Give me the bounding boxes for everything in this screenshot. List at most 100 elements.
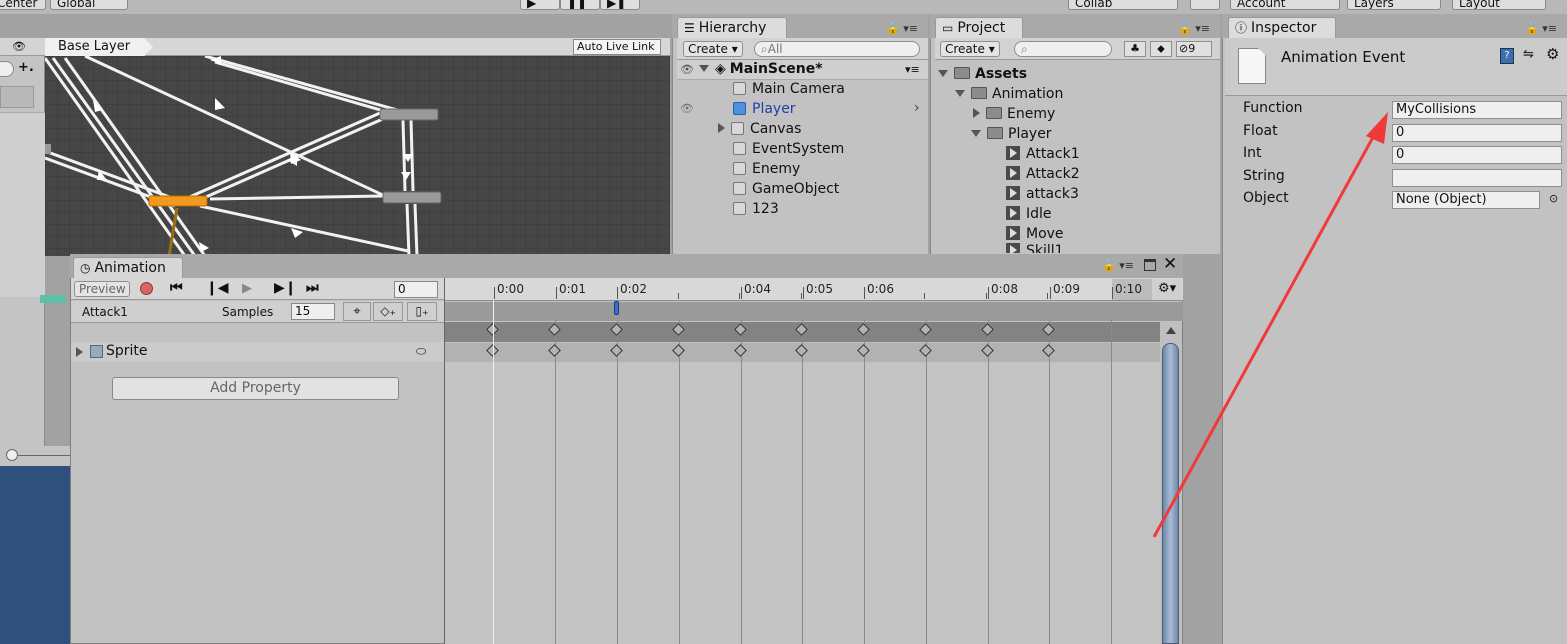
last-key-button[interactable]: ⏭ bbox=[306, 280, 330, 296]
project-item-player[interactable]: Player bbox=[971, 124, 1052, 144]
hierarchy-item[interactable]: EventSystem bbox=[733, 139, 844, 159]
hierarchy-search-input[interactable]: ⌕All bbox=[754, 41, 920, 57]
first-key-button[interactable]: ⏮ bbox=[170, 280, 194, 296]
add-keyframe-icon[interactable]: ◇₊ bbox=[373, 302, 403, 321]
layout-button[interactable]: Layout bbox=[1452, 0, 1546, 10]
frame-input[interactable]: 0 bbox=[394, 281, 438, 298]
sidebar-list bbox=[0, 112, 45, 297]
project-item-assets[interactable]: Assets bbox=[938, 64, 1027, 84]
clip-selector[interactable]: Attack1 bbox=[82, 305, 128, 319]
hierarchy-item[interactable]: Enemy bbox=[733, 159, 800, 179]
account-button[interactable]: Account bbox=[1230, 0, 1340, 10]
cloud-button[interactable] bbox=[1190, 0, 1220, 10]
expand-arrow-icon[interactable] bbox=[718, 123, 725, 133]
scene-menu-icon[interactable]: ▾≡ bbox=[905, 63, 920, 76]
eye-hidden-icon[interactable]: 👁 bbox=[680, 102, 694, 115]
add-event-icon[interactable]: ▯₊ bbox=[407, 302, 437, 321]
crosshair-icon[interactable]: ⌖ bbox=[343, 302, 371, 321]
play-clip-button[interactable]: ▶ bbox=[242, 281, 260, 296]
hierarchy-item-selected[interactable]: Player bbox=[733, 99, 796, 119]
transition-arrow bbox=[93, 100, 103, 112]
expand-arrow-icon[interactable] bbox=[699, 65, 709, 72]
animation-lock-menu-icon[interactable]: 🔒 ▾≡ bbox=[1102, 259, 1134, 272]
visibility-icon[interactable]: 👁 bbox=[680, 63, 694, 76]
project-clip[interactable]: Attack2 bbox=[1006, 164, 1080, 184]
project-search-input[interactable]: ⌕ bbox=[1014, 41, 1112, 57]
expand-arrow-icon[interactable] bbox=[973, 108, 980, 118]
animation-clip-icon bbox=[1006, 206, 1020, 220]
tab-hierarchy[interactable]: ☰ Hierarchy bbox=[677, 17, 787, 39]
project-clip[interactable]: Skill1 bbox=[1006, 241, 1064, 253]
play-button[interactable]: ▶ bbox=[520, 0, 560, 10]
tab-animation[interactable]: ◷ Animation bbox=[73, 257, 183, 279]
hierarchy-lock-menu-icon[interactable]: 🔒 ▾≡ bbox=[886, 22, 918, 35]
int-field[interactable]: 0 bbox=[1392, 146, 1562, 164]
expand-arrow-icon[interactable] bbox=[76, 347, 83, 357]
timeline-label: 0:00 bbox=[497, 282, 524, 296]
scene-name-row[interactable]: ◈ MainScene* bbox=[699, 59, 823, 79]
tab-project[interactable]: ▭ Project bbox=[935, 17, 1023, 39]
add-parameter-icon[interactable]: +. bbox=[18, 60, 34, 75]
pause-button[interactable]: ❚❚ bbox=[560, 0, 600, 10]
hierarchy-item[interactable]: Main Camera bbox=[733, 79, 845, 99]
gear-icon[interactable]: ⚙ bbox=[1546, 45, 1559, 63]
filter-label-icon[interactable]: ⬥ bbox=[1150, 41, 1172, 57]
transition-line bbox=[413, 203, 419, 256]
chevron-right-icon[interactable]: › bbox=[914, 100, 920, 116]
project-item-animation[interactable]: Animation bbox=[955, 84, 1063, 104]
hierarchy-create-button[interactable]: Create ▾ bbox=[683, 41, 743, 57]
float-field[interactable]: 0 bbox=[1392, 124, 1562, 142]
tab-project-label: Project bbox=[957, 20, 1006, 36]
object-field[interactable]: None (Object) bbox=[1392, 191, 1540, 209]
project-clip[interactable]: attack3 bbox=[1006, 184, 1079, 204]
animation-event-marker[interactable] bbox=[614, 301, 619, 315]
inspector-lock-menu-icon[interactable]: 🔒 ▾≡ bbox=[1525, 22, 1557, 35]
help-book-icon[interactable]: ? bbox=[1500, 48, 1514, 64]
events-track[interactable] bbox=[445, 302, 1183, 321]
auto-live-link-toggle[interactable]: Auto Live Link bbox=[573, 39, 661, 55]
unity-logo-icon: ◈ bbox=[715, 61, 726, 77]
project-create-button[interactable]: Create ▾ bbox=[940, 41, 1000, 57]
expand-arrow-icon[interactable] bbox=[971, 130, 981, 137]
pivot-center-button[interactable]: Center bbox=[0, 0, 46, 10]
filter-type-icon[interactable]: ♣ bbox=[1124, 41, 1146, 57]
global-local-button[interactable]: Global bbox=[50, 0, 128, 10]
hierarchy-item[interactable]: 123 bbox=[733, 199, 779, 219]
project-item-enemy[interactable]: Enemy bbox=[973, 104, 1055, 124]
transition-line bbox=[204, 56, 409, 115]
prev-key-button[interactable]: ❙◀ bbox=[206, 280, 229, 296]
project-lock-menu-icon[interactable]: 🔒 ▾≡ bbox=[1178, 22, 1210, 35]
project-clip-label: Attack2 bbox=[1026, 166, 1080, 182]
timeline-minor-tick bbox=[924, 293, 925, 299]
tab-inspector[interactable]: ⓘ Inspector bbox=[1228, 17, 1336, 39]
expand-arrow-icon[interactable] bbox=[955, 90, 965, 97]
step-button[interactable]: ▶❚ bbox=[600, 0, 640, 10]
scene-name: MainScene* bbox=[729, 61, 823, 77]
gameobject-icon bbox=[733, 102, 746, 115]
expand-arrow-icon[interactable] bbox=[938, 70, 948, 77]
preview-button[interactable]: Preview bbox=[74, 281, 130, 297]
hierarchy-item[interactable]: Canvas bbox=[718, 119, 801, 139]
project-clip[interactable]: Idle bbox=[1006, 204, 1052, 224]
breadcrumb-base-layer[interactable]: Base Layer bbox=[45, 38, 153, 56]
object-picker-icon[interactable]: ⊙ bbox=[1549, 192, 1558, 205]
hierarchy-item[interactable]: GameObject bbox=[733, 179, 839, 199]
samples-input[interactable]: 15 bbox=[291, 303, 335, 320]
state-node bbox=[379, 108, 439, 121]
property-options-icon[interactable]: ⬭ bbox=[416, 344, 426, 359]
hidden-packages-button[interactable]: ⊘9 bbox=[1176, 41, 1212, 57]
collab-button[interactable]: Collab bbox=[1068, 0, 1178, 10]
zoom-slider-handle[interactable] bbox=[6, 449, 18, 461]
project-clip[interactable]: Attack1 bbox=[1006, 144, 1080, 164]
state-node bbox=[45, 144, 51, 154]
string-field[interactable] bbox=[1392, 169, 1562, 187]
record-button[interactable] bbox=[140, 282, 153, 295]
layers-button[interactable]: Layers bbox=[1347, 0, 1441, 10]
add-property-button[interactable]: Add Property bbox=[112, 377, 399, 400]
hierarchy-item-label: EventSystem bbox=[752, 141, 845, 157]
preset-slider-icon[interactable]: ⇋ bbox=[1523, 47, 1534, 62]
eye-icon[interactable]: 👁 bbox=[12, 40, 26, 53]
timeline-tick bbox=[864, 287, 865, 299]
next-key-button[interactable]: ▶❙ bbox=[274, 280, 297, 296]
function-field[interactable]: MyCollisions bbox=[1392, 101, 1562, 119]
